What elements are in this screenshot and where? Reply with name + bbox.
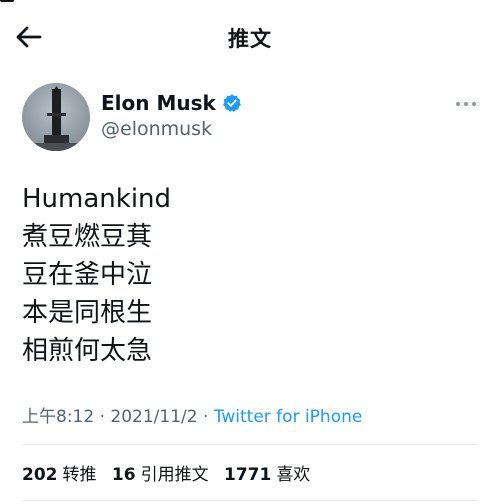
tweet-line: Humankind xyxy=(22,184,172,214)
author-handle[interactable]: @elonmusk xyxy=(101,118,212,140)
more-horizontal-icon xyxy=(472,102,476,106)
likes-label: 喜欢 xyxy=(276,465,311,485)
tweet-body: Humankind 煮豆燃豆萁 豆在釜中泣 本是同根生 相煎何太急 xyxy=(22,180,482,370)
more-horizontal-icon xyxy=(464,102,468,106)
tweet-source-link[interactable]: Twitter for iPhone xyxy=(214,407,363,427)
likes-count: 1771 xyxy=(223,465,272,485)
divider xyxy=(22,444,478,445)
avatar-image xyxy=(22,83,90,151)
quotes-count: 16 xyxy=(111,465,136,485)
verified-badge-icon xyxy=(222,94,241,112)
avatar[interactable] xyxy=(22,83,90,151)
tweet-line: 本是同根生 xyxy=(22,298,153,328)
tweet-stats: 202 转推 16 引用推文 1771 喜欢 xyxy=(22,460,320,485)
tweet-line: 豆在釜中泣 xyxy=(22,260,153,290)
retweets-label: 转推 xyxy=(62,465,97,485)
page-title: 推文 xyxy=(228,27,272,51)
tweet-metadata: 上午8:12 · 2021/11/2 · Twitter for iPhone xyxy=(22,402,362,427)
divider xyxy=(22,500,478,501)
retweets-count: 202 xyxy=(22,465,58,485)
tweet-line: 煮豆燃豆萁 xyxy=(22,222,153,252)
tweet-line: 相煎何太急 xyxy=(22,336,153,366)
top-navigation-bar: 推文 xyxy=(0,0,500,70)
quotes-label: 引用推文 xyxy=(140,465,209,485)
author-name-row[interactable]: Elon Musk xyxy=(101,91,242,115)
author-display-name[interactable]: Elon Musk xyxy=(101,91,216,115)
more-options-button[interactable] xyxy=(452,94,480,114)
likes-stat[interactable]: 1771 喜欢 xyxy=(224,460,310,485)
status-bar-fragment xyxy=(0,0,14,2)
meta-separator: · xyxy=(94,407,111,427)
tweet-date: 2021/11/2 xyxy=(110,407,198,427)
quotes-stat[interactable]: 16 引用推文 xyxy=(112,460,209,485)
retweets-stat[interactable]: 202 转推 xyxy=(22,460,97,485)
meta-separator: · xyxy=(197,407,214,427)
tweet-time: 上午8:12 xyxy=(22,407,95,427)
more-horizontal-icon xyxy=(456,102,460,106)
